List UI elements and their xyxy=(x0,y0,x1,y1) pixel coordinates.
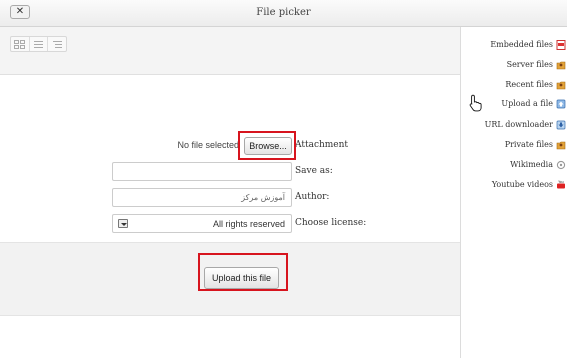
hand-cursor-icon xyxy=(469,94,482,112)
sidebar-item-label: Youtube videos xyxy=(491,180,553,189)
sidebar-item-label: Upload a file xyxy=(501,99,553,108)
tree-view-icon xyxy=(52,40,62,48)
dropdown-arrow-icon xyxy=(118,219,128,228)
author-value: آموزش مرکز xyxy=(241,193,285,202)
author-label: Author: xyxy=(295,192,330,202)
icon-view-icon xyxy=(14,39,26,49)
save-as-row: Save as: xyxy=(0,162,460,182)
server-folder-icon xyxy=(556,60,566,70)
toolbar xyxy=(0,27,460,75)
sidebar-item-youtube-videos[interactable]: Youtube videos You xyxy=(461,176,567,194)
icon-view-button[interactable] xyxy=(11,37,30,51)
recent-folder-icon xyxy=(556,80,566,90)
attachment-row: No file selected Browse... Attachment xyxy=(0,136,460,156)
wikimedia-icon xyxy=(556,160,566,170)
sidebar-item-embedded-files[interactable]: Embedded files xyxy=(461,36,567,54)
license-label: Choose license: xyxy=(295,218,367,228)
upload-icon xyxy=(556,99,566,109)
svg-text:You: You xyxy=(558,180,564,184)
license-select[interactable]: All rights reserved xyxy=(112,214,292,233)
sidebar-item-label: URL downloader xyxy=(484,120,553,129)
sidebar-item-label: Recent files xyxy=(505,80,553,89)
sidebar-item-label: Embedded files xyxy=(490,40,553,49)
upload-form: No file selected Browse... Attachment Sa… xyxy=(0,75,460,358)
sidebar-item-label: Server files xyxy=(506,60,553,69)
save-as-label: Save as: xyxy=(295,166,333,176)
sidebar-item-label: Private files xyxy=(504,140,553,149)
attachment-label: Attachment xyxy=(295,140,349,150)
file-status: No file selected xyxy=(177,140,239,150)
browse-highlight xyxy=(238,131,296,160)
author-row: آموزش مرکز Author: xyxy=(0,188,460,208)
license-value: All rights reserved xyxy=(212,219,285,229)
save-as-input[interactable] xyxy=(112,162,292,181)
repository-sidebar: Embedded files Server files Recent files… xyxy=(461,27,567,358)
sidebar-item-wikimedia[interactable]: Wikimedia xyxy=(461,156,567,174)
license-row: All rights reserved Choose license: xyxy=(0,214,460,234)
list-view-icon xyxy=(34,40,43,48)
pdf-file-icon xyxy=(556,40,566,50)
sidebar-item-label: Wikimedia xyxy=(510,160,553,169)
window-title: File picker xyxy=(256,7,311,18)
youtube-icon: You xyxy=(556,180,566,190)
author-input[interactable]: آموزش مرکز xyxy=(112,188,292,207)
list-view-button[interactable] xyxy=(30,37,49,51)
title-bar: ✕ File picker xyxy=(0,0,567,27)
url-download-icon xyxy=(556,120,566,130)
tree-view-button[interactable] xyxy=(48,37,66,51)
upload-button-highlight xyxy=(198,253,288,291)
sidebar-item-server-files[interactable]: Server files xyxy=(461,56,567,74)
sidebar-item-url-downloader[interactable]: URL downloader xyxy=(461,116,567,134)
private-folder-icon xyxy=(556,140,566,150)
sidebar-item-private-files[interactable]: Private files xyxy=(461,136,567,154)
view-mode-group xyxy=(10,36,67,52)
sidebar-item-recent-files[interactable]: Recent files xyxy=(461,76,567,94)
